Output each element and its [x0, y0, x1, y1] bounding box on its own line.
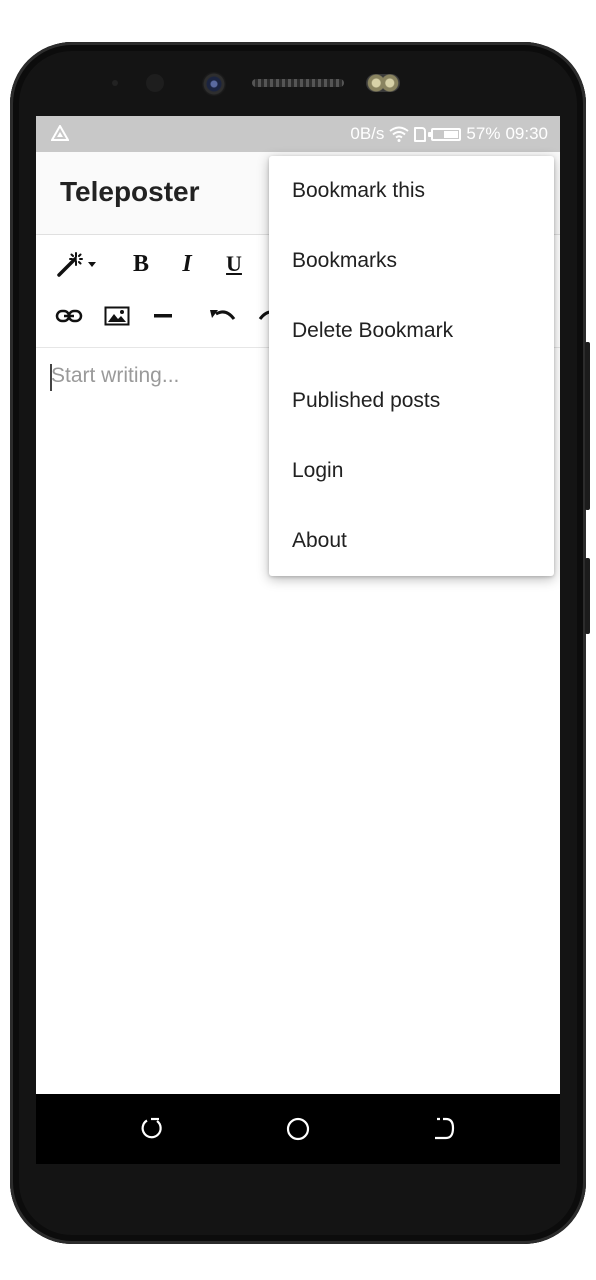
menu-item-bookmark-this[interactable]: Bookmark this — [269, 156, 554, 226]
magic-wand-button[interactable] — [54, 247, 100, 281]
link-icon — [55, 309, 83, 323]
power-button — [585, 558, 590, 634]
screen: 0B/s 57% 09:30 Teleposter B I U Start wr… — [36, 116, 560, 1164]
battery-icon — [428, 127, 462, 141]
volume-button — [585, 342, 590, 510]
image-icon — [104, 306, 130, 326]
recents-icon[interactable] — [138, 1115, 166, 1143]
bold-button[interactable]: B — [126, 247, 156, 281]
undo-button[interactable] — [204, 299, 240, 333]
link-button[interactable] — [52, 299, 86, 333]
navigation-bar — [36, 1094, 560, 1164]
nav-arrow-icon — [51, 125, 69, 141]
undo-icon — [210, 310, 236, 320]
italic-button[interactable]: I — [172, 247, 202, 281]
home-icon[interactable] — [284, 1115, 312, 1143]
earpiece-speaker — [252, 79, 344, 87]
front-flash — [366, 74, 400, 92]
status-bar: 0B/s 57% 09:30 — [36, 116, 560, 152]
light-sensor — [146, 74, 164, 92]
back-icon[interactable] — [430, 1115, 458, 1143]
menu-item-login[interactable]: Login — [269, 436, 554, 506]
battery-percent: 57% — [466, 124, 501, 143]
status-indicators: 0B/s 57% 09:30 — [350, 116, 548, 152]
clock: 09:30 — [505, 124, 548, 143]
underline-button[interactable]: U — [219, 247, 249, 281]
battery-level — [443, 130, 459, 138]
front-camera — [202, 72, 226, 96]
horizontal-rule-icon — [154, 314, 172, 318]
overflow-menu: Bookmark this Bookmarks Delete Bookmark … — [269, 156, 554, 576]
menu-item-delete-bookmark[interactable]: Delete Bookmark — [269, 296, 554, 366]
menu-item-bookmarks[interactable]: Bookmarks — [269, 226, 554, 296]
editor-placeholder: Start writing... — [51, 364, 180, 387]
menu-item-about[interactable]: About — [269, 506, 554, 576]
horizontal-rule-button[interactable] — [146, 299, 180, 333]
wifi-icon — [389, 126, 410, 142]
sim-icon — [414, 126, 427, 142]
app-title: Teleposter — [60, 176, 200, 207]
proximity-sensor — [112, 80, 118, 86]
network-speed: 0B/s — [350, 124, 385, 143]
image-button[interactable] — [100, 299, 134, 333]
magic-wand-icon — [57, 252, 96, 277]
menu-item-published-posts[interactable]: Published posts — [269, 366, 554, 436]
